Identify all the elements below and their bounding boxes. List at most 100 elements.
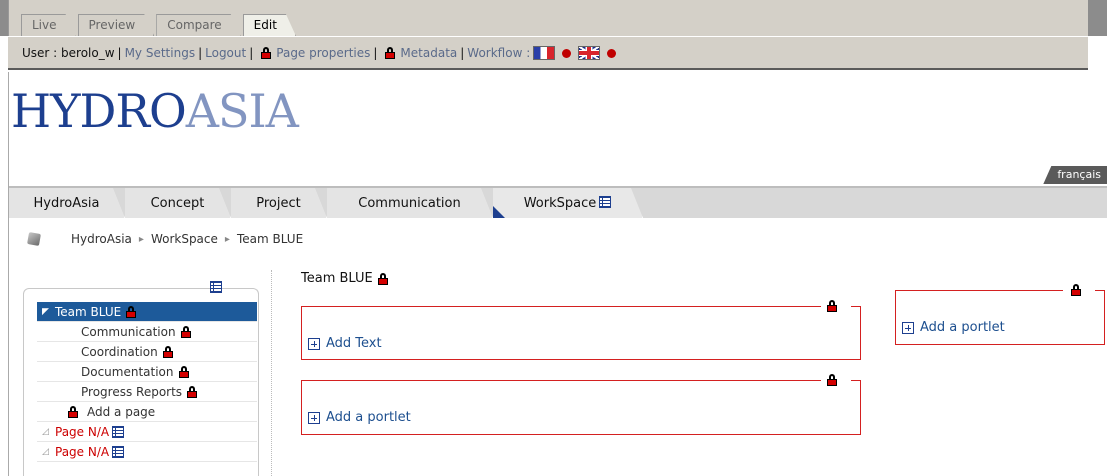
current-user: User : berolo_w [22, 46, 115, 60]
nav-tab-label: Concept [150, 196, 205, 211]
page-tree: ◤ Team BLUE Communication Coordination D… [37, 302, 257, 462]
separator: | [198, 46, 203, 60]
breadcrumb-separator-icon: ▸ [138, 233, 144, 245]
tree-item-team-blue[interactable]: ◤ Team BLUE [37, 302, 257, 322]
tree-item-progress-reports[interactable]: Progress Reports [37, 382, 257, 402]
add-portlet-button[interactable]: Add a portlet [308, 410, 411, 425]
workflow-status-dot-icon [607, 48, 617, 58]
separator: | [249, 46, 254, 60]
tree-item-add-page[interactable]: Add a page [37, 402, 257, 422]
main-navigation: HydroAsia Concept Project Communication … [9, 186, 1107, 218]
portlet-area: Add a portlet [301, 374, 861, 435]
plus-box-icon [902, 321, 914, 334]
workflow-status-dot-icon [562, 48, 572, 58]
workflow-label[interactable]: Workflow : [467, 46, 530, 60]
expanded-triangle-icon: ◤ [42, 306, 49, 317]
page-properties-link[interactable]: Page properties [276, 46, 370, 60]
tree-item-documentation[interactable]: Documentation [37, 362, 257, 382]
lock-icon [261, 47, 272, 59]
tree-item-coordination[interactable]: Coordination [37, 342, 257, 362]
nav-tab-communication[interactable]: Communication [327, 188, 493, 218]
tree-item-label: Communication [81, 324, 176, 339]
portlet-border [301, 380, 821, 381]
tree-item-label: Add a page [87, 404, 156, 419]
add-portlet-right-label: Add a portlet [920, 320, 1005, 335]
lock-icon [385, 47, 396, 59]
lock-icon [68, 405, 78, 418]
page: HYDROASIA français HydroAsia Concept Pro… [8, 72, 1107, 476]
page-list-icon[interactable] [599, 196, 612, 208]
tree-item-label: Documentation [81, 364, 174, 379]
language-switch-french[interactable]: français [1043, 166, 1107, 184]
uk-flag-icon[interactable] [578, 46, 601, 60]
lock-icon [377, 272, 388, 285]
lock-icon[interactable] [827, 300, 837, 312]
mode-tabs: Live Preview Compare Edit [21, 14, 298, 36]
tab-edit[interactable]: Edit [243, 14, 296, 36]
user-toolbar: User : berolo_w | My Settings | Logout |… [8, 36, 1088, 70]
edit-mode-bar: Live Preview Compare Edit [0, 0, 1107, 36]
nav-tab-label: HydroAsia [33, 196, 100, 211]
nav-tab-label: WorkSpace [523, 196, 597, 211]
edit-mode-bar-inner: Live Preview Compare Edit [8, 0, 1088, 36]
add-text-button[interactable]: Add Text [308, 336, 382, 351]
breadcrumb: HydroAsia ▸ WorkSpace ▸ Team BLUE [27, 232, 303, 246]
tree-item-communication[interactable]: Communication [37, 322, 257, 342]
logo-part-1: HYDRO [11, 84, 187, 138]
text-portlet-area: Add Text [301, 300, 861, 360]
nav-tab-workspace[interactable]: WorkSpace [493, 188, 643, 218]
collapsed-triangle-icon: ◿ [42, 446, 49, 457]
content-title-text: Team BLUE [301, 271, 373, 286]
add-text-label: Add Text [326, 336, 382, 351]
add-portlet-label: Add a portlet [326, 410, 411, 425]
plus-box-icon [308, 411, 320, 424]
page-list-icon[interactable] [112, 445, 125, 458]
tree-item-page-na[interactable]: ◿ Page N/A [37, 442, 257, 462]
lock-icon[interactable] [1071, 284, 1081, 296]
logout-link[interactable]: Logout [205, 46, 246, 60]
tree-item-label: Page N/A [55, 424, 110, 439]
nav-tabs: HydroAsia Concept Project Communication … [9, 188, 643, 218]
tab-live[interactable]: Live [21, 14, 76, 36]
page-list-icon[interactable] [112, 425, 125, 438]
right-portlet-area: Add a portlet [895, 284, 1105, 345]
lock-icon [162, 345, 173, 358]
site-logo[interactable]: HYDROASIA [11, 88, 299, 134]
separator: | [117, 46, 122, 60]
nav-tab-label: Project [256, 196, 301, 211]
portlet-border [851, 306, 861, 307]
column-divider [271, 270, 272, 476]
breadcrumb-team-blue[interactable]: Team BLUE [237, 232, 303, 246]
logo-part-2: ASIA [185, 84, 299, 138]
lock-icon [180, 325, 191, 338]
page-list-icon[interactable] [210, 281, 222, 293]
my-settings-link[interactable]: My Settings [125, 46, 196, 60]
add-portlet-right-button[interactable]: Add a portlet [902, 320, 1005, 335]
lock-icon [178, 365, 189, 378]
cube-icon [27, 232, 41, 246]
lock-icon[interactable] [827, 374, 837, 386]
nav-tab-hydroasia[interactable]: HydroAsia [9, 188, 125, 218]
plus-box-icon [308, 337, 320, 350]
metadata-link[interactable]: Metadata [400, 46, 457, 60]
lock-icon [126, 305, 137, 318]
separator: | [460, 46, 465, 60]
portlet-border [1095, 290, 1105, 291]
tab-preview[interactable]: Preview [78, 14, 155, 36]
tree-item-label: Team BLUE [55, 304, 122, 319]
breadcrumb-workspace[interactable]: WorkSpace [151, 232, 218, 246]
nav-tab-project[interactable]: Project [231, 188, 327, 218]
tree-item-label: Progress Reports [81, 384, 183, 399]
french-flag-icon[interactable] [533, 46, 556, 60]
breadcrumb-hydroasia[interactable]: HydroAsia [71, 232, 132, 246]
tab-compare[interactable]: Compare [156, 14, 240, 36]
portlet-border [301, 306, 821, 307]
tree-item-label: Coordination [81, 344, 158, 359]
content-title: Team BLUE [301, 271, 393, 286]
breadcrumb-separator-icon: ▸ [224, 233, 230, 245]
separator: | [373, 46, 378, 60]
tree-item-page-na[interactable]: ◿ Page N/A [37, 422, 257, 442]
nav-tab-concept[interactable]: Concept [125, 188, 231, 218]
user-toolbar-row: User : berolo_w | My Settings | Logout |… [22, 46, 620, 60]
nav-tab-label: Communication [358, 196, 461, 211]
